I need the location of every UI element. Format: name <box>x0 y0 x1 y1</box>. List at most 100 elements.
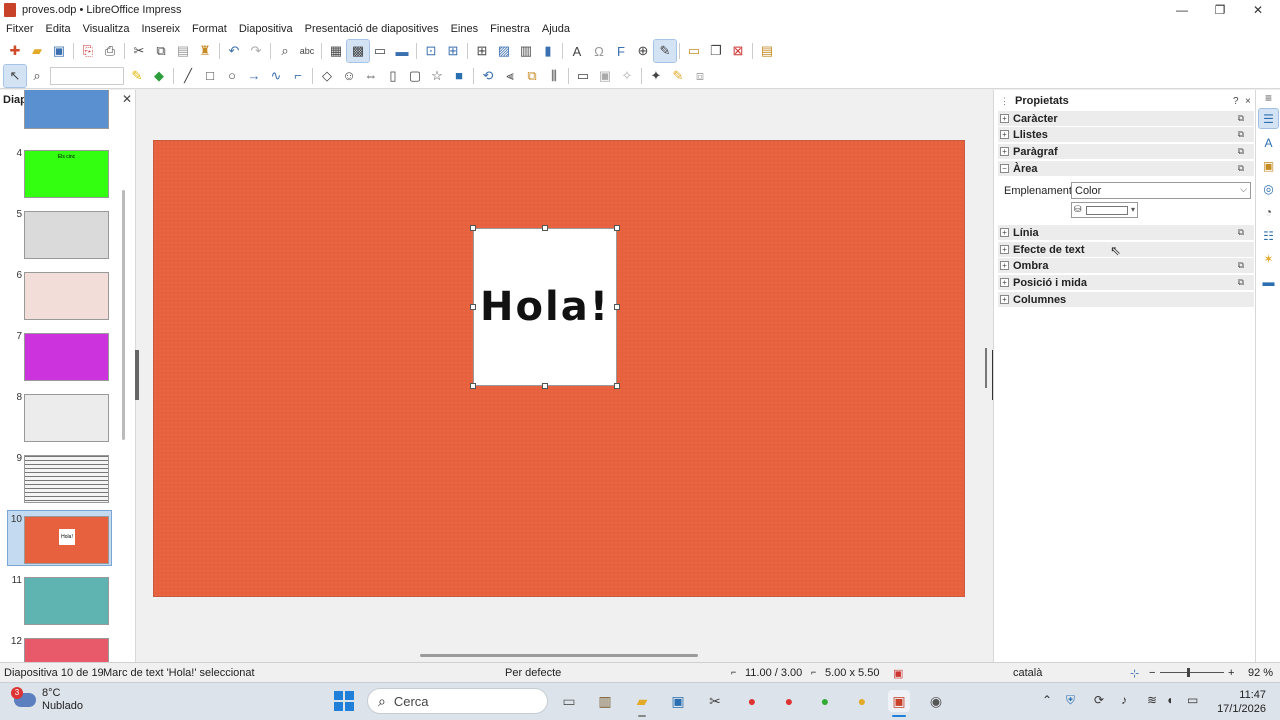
special-character-icon[interactable]: Ω <box>588 40 610 62</box>
close-pane-icon[interactable]: ✕ <box>122 92 132 106</box>
section-l-nia[interactable]: + Línia ⧉ <box>998 225 1254 240</box>
menu-finestra[interactable]: Finestra <box>484 23 536 35</box>
duplicate-slide-icon[interactable]: ❐ <box>705 40 727 62</box>
callouts-icon[interactable]: ▢ <box>404 65 426 87</box>
helplines-icon[interactable]: ▩ <box>346 39 370 63</box>
display-grid-icon[interactable]: ▦ <box>325 40 347 62</box>
slide-thumbnail[interactable]: 8 <box>0 392 120 448</box>
delete-slide-icon[interactable]: ⊠ <box>727 40 749 62</box>
expand-icon[interactable]: + <box>1000 130 1009 139</box>
volume-icon[interactable]: ◖ <box>1166 693 1173 707</box>
zoom-icon[interactable]: ⌕ <box>26 65 48 87</box>
more-options-icon[interactable]: ⧉ <box>1238 129 1244 140</box>
status-zoom[interactable]: 92 % <box>1248 667 1273 679</box>
navigator-deck-icon[interactable]: ◎ <box>1259 179 1278 198</box>
slide-thumbnail[interactable]: 12 <box>0 636 120 662</box>
close-window-button[interactable]: ✕ <box>1238 0 1278 20</box>
collapse-icon[interactable]: − <box>1000 164 1009 173</box>
slide-preview[interactable] <box>24 272 109 320</box>
menu-diapositiva[interactable]: Diapositiva <box>233 23 299 35</box>
cut-icon[interactable]: ✂ <box>128 40 150 62</box>
points-icon[interactable]: ✦ <box>645 65 667 87</box>
help-icon[interactable]: ? <box>1233 96 1239 107</box>
menu-insereix[interactable]: Insereix <box>135 23 186 35</box>
section-columnes[interactable]: + Columnes <box>998 292 1254 307</box>
file-explorer-icon[interactable]: ▰ <box>631 690 653 717</box>
select-pointer-icon[interactable]: ↖ <box>3 63 27 88</box>
expand-icon[interactable]: + <box>1000 147 1009 156</box>
line-color-icon[interactable]: ✎ <box>126 65 148 87</box>
find-replace-icon[interactable]: ⌕ <box>274 40 296 62</box>
current-slide[interactable]: Hola! <box>153 140 965 597</box>
resize-handle-b[interactable] <box>542 383 548 389</box>
resize-handle-t[interactable] <box>542 225 548 231</box>
expand-icon[interactable]: + <box>1000 228 1009 237</box>
more-options-icon[interactable]: ⧉ <box>1238 163 1244 174</box>
undo-icon[interactable]: ↶ <box>223 40 245 62</box>
section-efecte-de-text[interactable]: + Efecte de text <box>998 242 1254 257</box>
menu-eines[interactable]: Eines <box>445 23 485 35</box>
slide-thumbnail[interactable]: 11 <box>0 575 120 631</box>
fill-color-picker[interactable]: ⛁ ▾ <box>1071 202 1138 218</box>
rectangle-icon[interactable]: □ <box>199 65 221 87</box>
redo-icon[interactable]: ↷ <box>245 40 267 62</box>
table-icon[interactable]: ⊞ <box>471 40 493 62</box>
sync-icon[interactable]: ⟳ <box>1094 693 1104 707</box>
section-par-graf[interactable]: + Paràgraf ⧉ <box>998 144 1254 159</box>
fill-color-icon[interactable]: ◆ <box>148 65 170 87</box>
lines-arrows-icon[interactable]: → <box>243 65 265 87</box>
copy-icon[interactable]: ⧉ <box>150 40 172 62</box>
status-language[interactable]: català <box>1013 667 1042 679</box>
expand-icon[interactable]: + <box>1000 278 1009 287</box>
display-views-icon[interactable]: ▭ <box>369 40 391 62</box>
zoom-out-button[interactable]: − <box>1149 667 1155 679</box>
zoom-in-button[interactable]: + <box>1228 667 1234 679</box>
wifi-icon[interactable]: ≋ <box>1147 693 1157 707</box>
system-clock[interactable]: 11:47 17/1/2026 <box>1214 688 1266 716</box>
minimize-button[interactable]: — <box>1162 0 1202 20</box>
chrome-icon[interactable]: ● <box>741 690 763 712</box>
chrome-profile-3-icon[interactable]: ● <box>814 690 836 712</box>
start-from-first-icon[interactable]: ⊡ <box>420 40 442 62</box>
toggle-extrusion-icon[interactable]: ⧈ <box>689 65 711 87</box>
hyperlink-icon[interactable]: ⊕ <box>632 40 654 62</box>
slides-scrollbar[interactable] <box>122 190 125 440</box>
master-slide-icon[interactable]: ▬ <box>391 40 413 62</box>
slide-layout-icon[interactable]: ▤ <box>756 40 778 62</box>
zoom-slider[interactable] <box>1160 672 1224 673</box>
start-button[interactable] <box>334 691 354 711</box>
animation-deck-icon[interactable]: ✶ <box>1259 249 1278 268</box>
arrange-icon[interactable]: ⧉ <box>521 65 543 87</box>
open-folder-icon[interactable]: ▰ <box>26 40 48 62</box>
flowchart-icon[interactable]: ▯ <box>382 65 404 87</box>
expand-icon[interactable]: + <box>1000 295 1009 304</box>
resize-handle-br[interactable] <box>614 383 620 389</box>
menu-ajuda[interactable]: Ajuda <box>536 23 576 35</box>
show-hidden-icons-chevron[interactable]: ⌃ <box>1042 693 1052 707</box>
ellipse-icon[interactable]: ○ <box>221 65 243 87</box>
more-options-icon[interactable]: ⧉ <box>1238 227 1244 238</box>
more-options-icon[interactable]: ⧉ <box>1238 113 1244 124</box>
slide-preview[interactable] <box>24 211 109 259</box>
collapse-slides-pane-handle[interactable] <box>135 350 139 400</box>
impress-taskbar-icon[interactable]: ▣ <box>888 690 910 717</box>
weather-widget[interactable]: 3 8°C Nublado <box>11 687 83 713</box>
text-box-icon[interactable]: A <box>566 40 588 62</box>
sidebar-menu-icon[interactable]: ≡ <box>1259 88 1278 107</box>
filter-icon[interactable]: ✧ <box>616 65 638 87</box>
clone-formatting-icon[interactable]: ♜ <box>194 40 216 62</box>
fill-type-dropdown[interactable]: Color ⌵ <box>1071 182 1251 199</box>
slide-preview[interactable]: Hola! <box>24 516 109 564</box>
slide-preview[interactable] <box>24 455 109 503</box>
chart-icon[interactable]: ▮ <box>537 40 559 62</box>
slide-thumbnail[interactable]: 7 <box>0 331 120 387</box>
slide-preview[interactable] <box>24 333 109 381</box>
master-slides-deck-icon[interactable]: ☷ <box>1259 226 1278 245</box>
more-options-icon[interactable]: ⧉ <box>1238 146 1244 157</box>
export-pdf-icon[interactable]: ⎘ <box>77 40 99 62</box>
status-master[interactable]: Per defecte <box>505 667 561 679</box>
section-posici-i-mida[interactable]: + Posició i mida ⧉ <box>998 275 1254 290</box>
menu-presentacio[interactable]: Presentació de diapositives <box>299 23 445 35</box>
save-icon[interactable]: ▣ <box>48 40 70 62</box>
shapes-deck-icon[interactable]: ◔ <box>1259 202 1278 221</box>
